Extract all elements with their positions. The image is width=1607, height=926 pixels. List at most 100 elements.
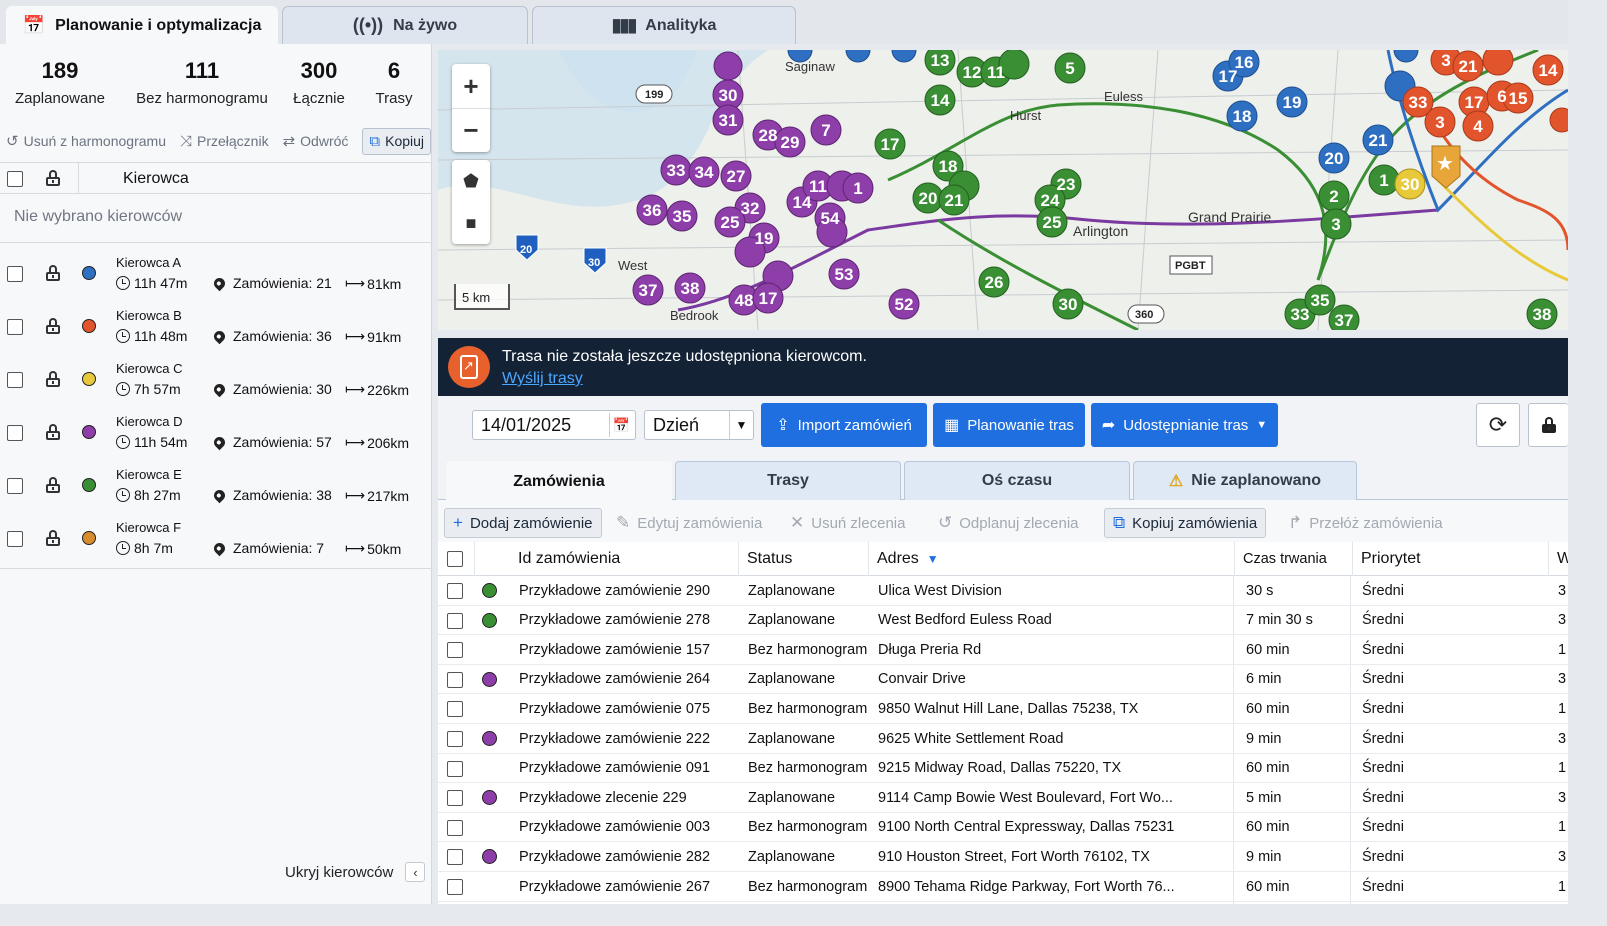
lock-icon[interactable] [46,170,60,186]
row-checkbox[interactable] [447,701,463,718]
driver-row[interactable]: Kierowca F 8h 7m Zamówienia: 7 ⟼ 50km [0,513,432,565]
switch-button[interactable]: ⤨ Przełącznik [180,133,269,150]
table-row[interactable]: Przykładowe zamówienie 278 Zaplanowane Wes… [438,606,1568,636]
date-input[interactable]: 14/01/2025 📅 [472,410,636,440]
copy-orders-label: Kopiuj zamówienia [1132,514,1258,532]
copy-orders-button[interactable]: ⧉ Kopiuj zamówienia [1104,508,1267,538]
table-row[interactable]: Przykładowe zlecenie 229 Zaplanowane 9114 … [438,783,1568,813]
cell-duration: 60 min [1246,819,1290,836]
hide-drivers-button[interactable]: Ukryj kierowców ‹ [285,862,426,882]
driver-row[interactable]: Kierowca E 8h 27m Zamówienia: 38 ⟼ 217km [0,460,432,512]
col-priority[interactable]: Priorytet [1352,542,1552,576]
row-checkbox[interactable] [447,642,463,659]
driver-checkbox[interactable] [7,266,23,282]
row-checkbox[interactable] [447,879,463,895]
stat-total-value: 300 [300,58,338,83]
row-checkbox[interactable] [447,760,463,777]
lock-icon[interactable] [46,371,60,387]
col-address[interactable]: Adres ▼ [868,542,1234,576]
period-select[interactable]: Dzień ▼ [644,410,754,440]
row-checkbox[interactable] [447,849,463,866]
row-checkbox[interactable] [447,731,463,747]
driver-row[interactable]: Kierowca B 11h 48m Zamówienia: 36 ⟼ 91km [0,301,432,353]
driver-checkbox[interactable] [7,319,23,335]
tab-unscheduled[interactable]: ⚠ Nie zaplanowano [1133,461,1357,500]
row-checkbox[interactable] [447,819,463,836]
table-row[interactable]: Przykładowe zamówienie 264 Zaplanowane Con… [438,665,1568,695]
stat-unscheduled: 111 Bez harmonogramu [132,58,272,107]
cell-duration: 60 min [1246,641,1290,658]
tab-routes[interactable]: Trasy [675,461,901,500]
driver-checkbox[interactable] [7,478,23,494]
import-orders-button[interactable]: ⇪ Import zamówień [761,403,927,447]
refresh-button[interactable]: ⟳ [1476,403,1520,447]
svg-text:26: 26 [985,273,1004,292]
driver-checkbox[interactable] [7,531,23,547]
draw-polygon-button[interactable]: ⬟ [452,160,490,202]
svg-text:53: 53 [835,265,854,284]
cell-duration: 7 min 30 s [1246,612,1313,629]
row-checkbox[interactable] [447,790,463,807]
cell-priority: Średni [1362,848,1404,865]
lock-icon[interactable] [46,530,60,546]
table-row[interactable]: Przykładowe zamówienie 157 Bez harmonogra… [438,635,1568,665]
col-address-label: Adres [877,550,919,567]
cell-duration: 9 min [1246,848,1282,865]
route-planning-button[interactable]: ▦ Planowanie tras [933,403,1085,447]
zoom-out-button[interactable]: − [452,108,490,152]
lock-icon[interactable] [46,318,60,334]
table-row[interactable]: Przykładowe zamówienie 003 Bez harmonogra… [438,813,1568,843]
driver-checkbox[interactable] [7,372,23,388]
table-row[interactable]: Przykładowe zamówienie 282 Zaplanowane 910… [438,842,1568,872]
svg-text:11: 11 [809,177,827,196]
table-row[interactable]: Przykładowe zamówienie 290 Zaplanowane Uli… [438,576,1568,606]
row-checkbox[interactable] [447,671,463,688]
lock-icon[interactable] [46,265,60,281]
send-routes-link[interactable]: Wyślij trasy [502,370,583,388]
row-checkbox[interactable] [447,612,463,629]
edit-orders-button[interactable]: ✎ Edytuj zamówienia [616,508,762,538]
reverse-button[interactable]: ⇄ Odwróć [283,132,349,150]
tab-timeline[interactable]: Oś czasu [904,461,1130,500]
driver-row[interactable]: Kierowca D 11h 54m Zamówienia: 57 ⟼ 206km [0,407,432,459]
row-checkbox[interactable] [447,583,463,599]
plus-icon: + [453,513,463,532]
add-order-button[interactable]: + Dodaj zamówienie [444,508,602,538]
lock-icon[interactable] [46,477,60,493]
tab-planning[interactable]: 📅 Planowanie i optymalizacja [6,6,278,44]
no-driver-selected: Nie wybrano kierowców [14,208,183,225]
tab-orders[interactable]: Zamówienia [446,461,672,501]
unschedule-orders-button[interactable]: ↺ Odplanuj zlecenia [938,508,1079,538]
col-duration[interactable]: Czas trwania [1234,542,1350,576]
col-order-id[interactable]: Id zamówienia [474,542,738,576]
route-map[interactable]: Saginaw Euless Hurst Grand Prairie Arlin… [438,50,1568,330]
lock-icon[interactable] [46,424,60,440]
delete-orders-button[interactable]: ✕ Usuń zlecenia [790,508,905,538]
table-row[interactable]: Przykładowe zamówienie 075 Bez harmonogra… [438,694,1568,724]
reschedule-orders-button[interactable]: ↱ Przełóż zamówienia [1288,508,1443,538]
table-row[interactable]: Przykładowe zamówienie 267 Bez harmonogra… [438,872,1568,902]
table-row[interactable]: Przykładowe zamówienie 091 Bez harmonogra… [438,754,1568,784]
select-all-drivers-checkbox[interactable] [7,171,23,187]
col-extra[interactable]: W [1548,542,1568,576]
cell-extra: 1 [1558,700,1567,717]
table-row[interactable]: Przykładowe zamówienie 222 Zaplanowane 962… [438,724,1568,754]
cell-extra: 3 [1558,612,1567,629]
driver-checkbox[interactable] [7,425,23,441]
zoom-in-button[interactable]: + [452,64,490,108]
unschedule-button[interactable]: ↺ Usuń z harmonogramu [6,132,166,150]
col-status[interactable]: Status [738,542,868,576]
calendar-icon[interactable]: 📅 [609,413,633,437]
driver-row[interactable]: Kierowca C 7h 57m Zamówienia: 30 ⟼ 226km [0,354,432,406]
share-routes-button[interactable]: ➦ Udostępnianie tras ▼ [1091,403,1278,447]
select-all-orders-checkbox[interactable] [447,551,463,567]
tab-live[interactable]: ((•)) Na żywo [282,6,528,44]
cell-priority: Średni [1362,878,1404,895]
driver-row[interactable]: Kierowca A 11h 47m Zamówienia: 21 ⟼ 81km [0,248,432,300]
copy-button[interactable]: ⧉ Kopiuj [362,127,432,155]
driver-time: 8h 27m [116,487,181,503]
chevron-left-icon: ‹ [405,862,426,882]
draw-rectangle-button[interactable]: ■ [452,202,490,244]
tab-analytics[interactable]: ▮▮▮ Analityka [532,6,796,44]
lock-button[interactable] [1528,403,1568,447]
